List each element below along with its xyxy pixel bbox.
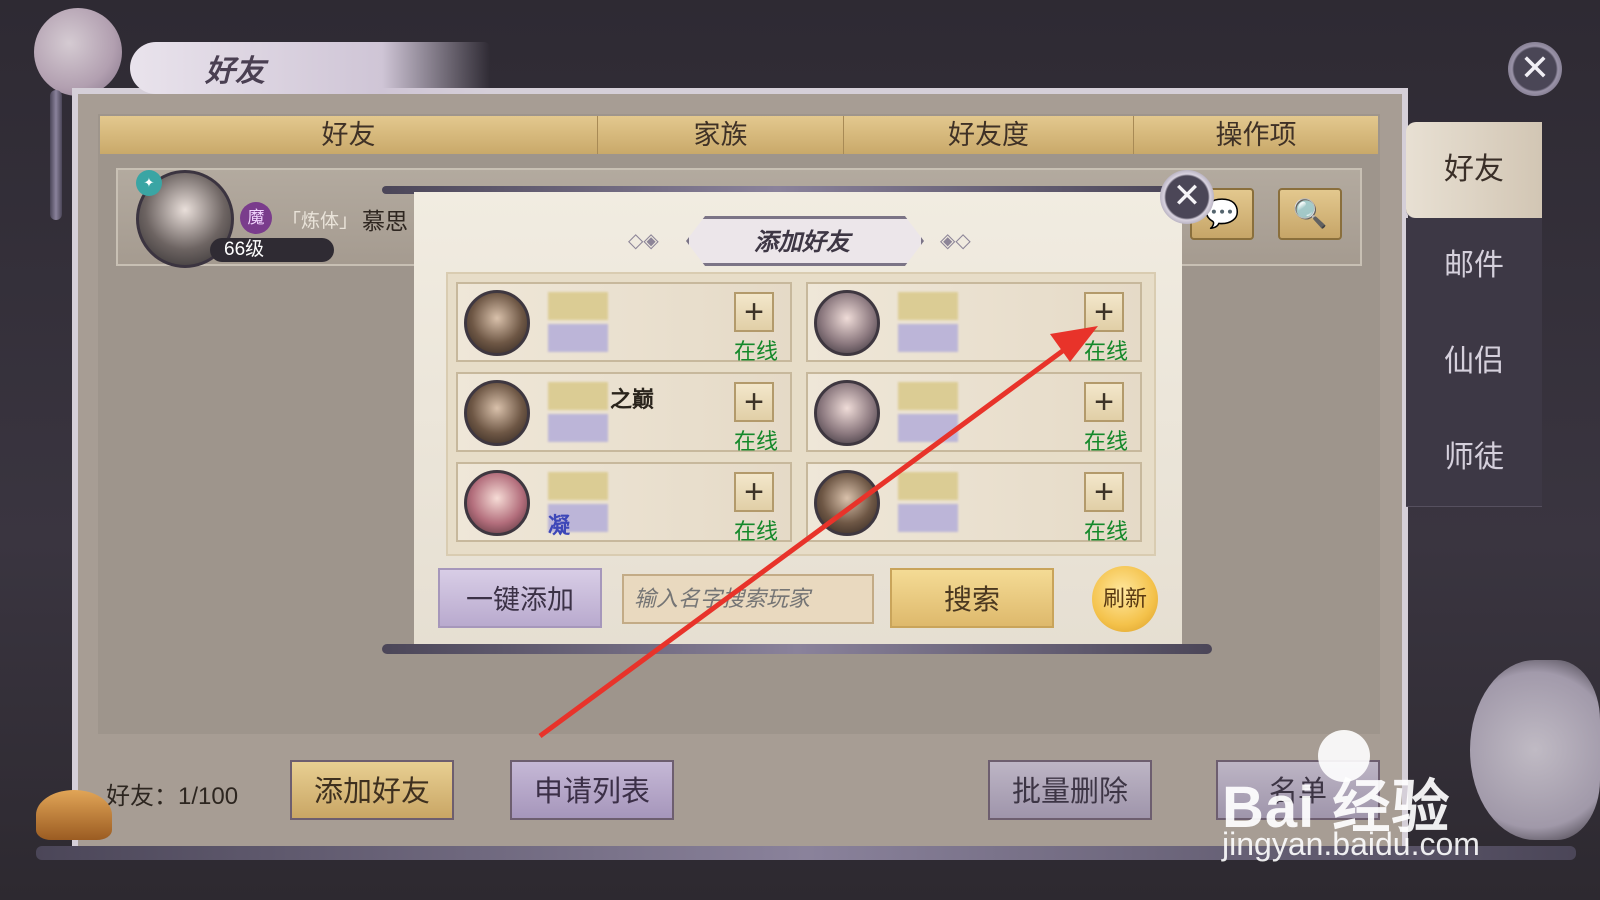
add-player-button[interactable]: + <box>1084 382 1124 422</box>
add-player-button[interactable]: + <box>1084 472 1124 512</box>
player-name-blurred <box>548 472 608 500</box>
player-avatar <box>464 470 530 536</box>
add-player-button[interactable]: + <box>1084 292 1124 332</box>
friend-realm: 「炼体」 <box>282 211 359 232</box>
player-avatar <box>464 290 530 356</box>
player-card: + 在线 <box>806 282 1142 364</box>
player-card: 之巅 + 在线 <box>456 372 792 454</box>
title-ornament-right: ◈◇ <box>940 230 971 252</box>
player-realm-text: 凝 <box>548 513 571 538</box>
tab-mentor[interactable]: 师徒 <box>1406 410 1542 507</box>
column-friend: 好友 <box>100 116 598 154</box>
fox-decoration <box>1470 660 1600 840</box>
online-status: 在线 <box>1083 429 1128 454</box>
player-card: + 在线 <box>456 282 792 364</box>
player-card: + 在线 <box>806 462 1142 544</box>
player-avatar <box>814 470 880 536</box>
search-friend-button[interactable]: 🔍 <box>1278 188 1342 240</box>
add-player-button[interactable]: + <box>734 382 774 422</box>
player-realm-blurred <box>898 504 958 532</box>
player-realm-blurred <box>898 414 958 442</box>
player-avatar <box>814 290 880 356</box>
player-name-blurred <box>898 472 958 500</box>
player-name-blurred <box>898 292 958 320</box>
add-friend-button[interactable]: 添加好友 <box>290 760 454 820</box>
online-status: 在线 <box>733 429 778 454</box>
dialog-bottom-rod <box>382 644 1212 654</box>
online-status: 在线 <box>733 519 778 544</box>
clan-badge-icon: 魔 <box>240 202 272 234</box>
player-name-blurred <box>548 292 608 320</box>
player-card: + 在线 <box>806 372 1142 454</box>
title-ornament-left: ◇◈ <box>628 230 659 252</box>
column-actions: 操作项 <box>1215 120 1297 150</box>
friend-name: 慕思 <box>362 208 408 234</box>
title-banner <box>130 42 490 94</box>
tab-friends[interactable]: 好友 <box>1406 122 1542 219</box>
one-key-add-button[interactable]: 一键添加 <box>438 568 602 628</box>
watermark-url: jingyan.baidu.com <box>1222 826 1480 862</box>
incense-burner-decoration <box>36 790 112 840</box>
tab-partner[interactable]: 仙侣 <box>1406 314 1542 411</box>
column-clan: 家族 <box>598 116 844 154</box>
player-name-blurred <box>548 382 608 410</box>
friend-level: 66级 <box>210 238 334 262</box>
player-search-input[interactable] <box>622 574 874 624</box>
moon-decoration <box>34 8 122 96</box>
window-title: 好友 <box>205 54 265 89</box>
player-name-blurred <box>898 382 958 410</box>
add-player-button[interactable]: + <box>734 472 774 512</box>
recommended-players-grid: + 在线 + 在线 之巅 + 在线 + 在线 凝 + 在线 + 在线 <box>446 272 1156 556</box>
online-status: 在线 <box>1083 339 1128 364</box>
tab-mail[interactable]: 邮件 <box>1406 218 1542 315</box>
player-name-tail: 之巅 <box>610 387 655 412</box>
player-card: 凝 + 在线 <box>456 462 792 544</box>
player-realm-blurred <box>548 324 608 352</box>
online-status: 在线 <box>1083 519 1128 544</box>
online-status: 在线 <box>733 339 778 364</box>
friend-count: 好友：1/100 <box>106 783 239 810</box>
close-dialog-button[interactable]: ✕ <box>1160 170 1214 224</box>
dialog-search-button[interactable]: 搜索 <box>890 568 1054 628</box>
player-realm-blurred <box>548 414 608 442</box>
player-avatar <box>464 380 530 446</box>
column-affinity: 好友度 <box>844 116 1134 154</box>
apply-list-button[interactable]: 申请列表 <box>510 760 674 820</box>
dialog-title: 添加好友 <box>754 227 850 256</box>
table-header: 好友 家族 好友度 操作项 <box>100 116 1378 154</box>
batch-delete-button[interactable]: 批量删除 <box>988 760 1152 820</box>
add-player-button[interactable]: + <box>734 292 774 332</box>
refresh-button[interactable]: 刷新 <box>1092 566 1158 632</box>
player-avatar <box>814 380 880 446</box>
sect-badge-icon: ✦ <box>136 170 162 196</box>
left-scroll-rod <box>50 90 62 220</box>
player-realm-blurred <box>898 324 958 352</box>
close-window-button[interactable]: ✕ <box>1508 42 1562 96</box>
